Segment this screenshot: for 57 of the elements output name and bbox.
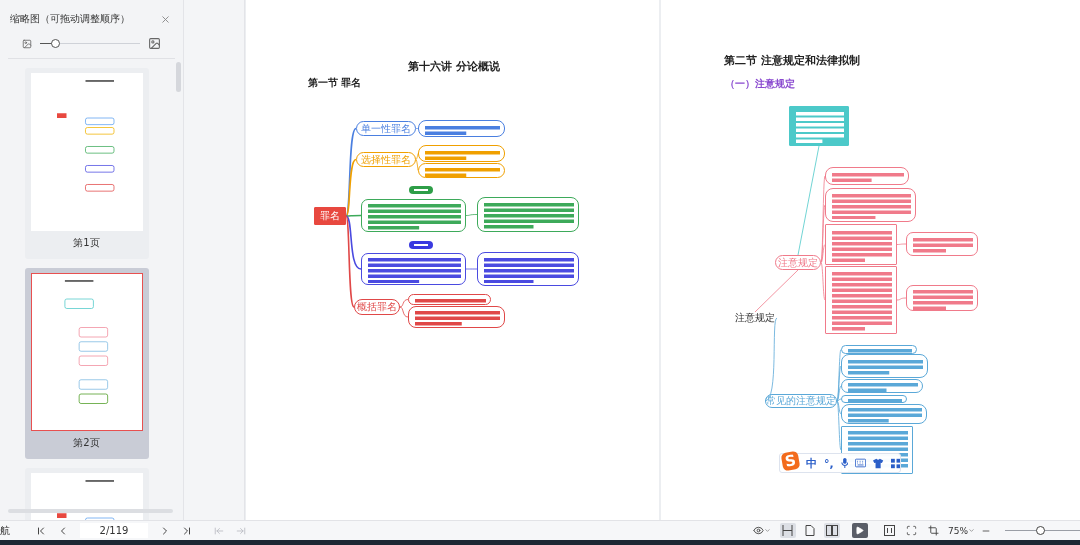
play-button[interactable]	[852, 523, 868, 538]
arrow-right-icon	[236, 525, 246, 536]
caret-icon[interactable]	[764, 527, 771, 534]
small-text-drawing	[832, 272, 892, 331]
zoom-level[interactable]: 75%	[948, 525, 968, 536]
first-page-icon	[35, 524, 47, 537]
page-thumbnail[interactable]: 第1页	[24, 68, 149, 259]
crop-icon	[928, 525, 940, 536]
crop-button[interactable]	[926, 523, 942, 538]
fit-page-icon	[906, 525, 918, 536]
small-image-icon[interactable]	[22, 38, 32, 49]
small-text-drawing	[832, 173, 904, 182]
mindmap-node: 罪名	[314, 207, 346, 225]
close-icon[interactable]	[160, 13, 171, 25]
single-page-icon	[805, 525, 815, 536]
connector-line	[754, 269, 799, 313]
scrollbar[interactable]	[8, 509, 173, 513]
mindmap-node: 常见的注意规定	[765, 394, 837, 408]
actual-size-icon	[884, 525, 896, 536]
slider-thumb[interactable]	[51, 39, 60, 48]
input-mode-toggle[interactable]: 中	[806, 455, 817, 471]
microphone-icon[interactable]	[840, 457, 849, 469]
arrow-left-icon	[214, 525, 224, 536]
section-heading: （一）注意规定	[725, 77, 795, 91]
caret-icon[interactable]	[968, 527, 975, 534]
small-text-drawing	[848, 383, 918, 392]
play-icon	[855, 526, 865, 535]
fit-width-icon	[782, 525, 794, 536]
two-pages-icon	[826, 525, 838, 536]
slider-thumb[interactable]	[1036, 526, 1046, 535]
actual-size-button[interactable]	[882, 523, 898, 538]
connector-line	[399, 299, 409, 308]
double-view-button[interactable]	[824, 523, 840, 538]
page-number-field[interactable]: 2/119	[80, 523, 148, 538]
keyboard-icon[interactable]	[855, 458, 867, 468]
single-view-button[interactable]	[802, 523, 818, 538]
small-text-drawing	[832, 230, 892, 262]
node-label: 注意规定	[734, 312, 776, 324]
punctuation-toggle[interactable]: °,	[824, 456, 834, 470]
small-text-drawing	[848, 398, 902, 403]
fit-width-view-button[interactable]	[780, 523, 796, 538]
navigation-label[interactable]: 航	[0, 523, 22, 538]
grid-icon[interactable]	[890, 457, 900, 469]
page-label: 第1页	[73, 236, 100, 250]
eye-icon[interactable]	[753, 525, 764, 536]
page-title: 第二节 注意规定和法律拟制	[724, 53, 860, 68]
shirt-icon[interactable]	[873, 457, 884, 469]
last-page-icon	[181, 524, 193, 537]
page-thumbnail[interactable]: 第2页	[24, 268, 149, 459]
small-text-drawing	[796, 112, 844, 143]
sidebar-title: 缩略图（可拖动调整顺序）	[10, 12, 130, 26]
section-heading: 第一节 罪名	[308, 76, 362, 90]
page-title: 第十六讲 分论概说	[408, 59, 500, 74]
page-label: 第2页	[73, 436, 100, 450]
scrollbar[interactable]	[176, 62, 181, 92]
large-image-icon[interactable]	[148, 37, 161, 50]
small-text-drawing	[913, 238, 973, 253]
